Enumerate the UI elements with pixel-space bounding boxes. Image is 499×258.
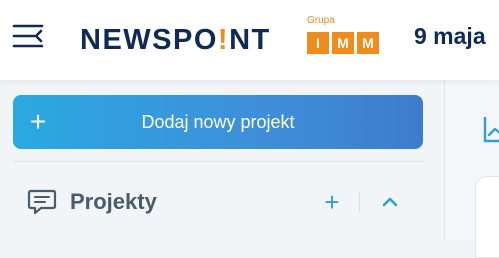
imm-letter: M — [357, 32, 379, 54]
top-header: NEWSPO!NT Grupa I M M 9 maja — [0, 0, 499, 80]
add-project-button[interactable]: + Dodaj nowy projekt — [13, 95, 423, 149]
logo-text: NEWSPO!NT — [80, 24, 271, 56]
add-project-label: Dodaj nowy projekt — [141, 112, 295, 132]
imm-letter: M — [332, 32, 354, 54]
menu-toggle-button[interactable] — [12, 22, 46, 50]
sidebar-divider — [13, 161, 423, 162]
group-label: Grupa — [307, 15, 335, 26]
chevron-up-icon[interactable] — [379, 192, 401, 212]
menu-collapse-icon — [12, 24, 44, 48]
imm-letter: I — [307, 32, 329, 54]
projects-section-header[interactable]: Projekty + — [13, 180, 423, 224]
sidebar: + Dodaj nowy projekt Projekty + — [0, 80, 440, 240]
projects-separator — [359, 192, 360, 212]
header-date: 9 maja — [414, 23, 486, 49]
chart-line-icon — [483, 116, 499, 143]
group-imm-logo: Grupa I M M — [307, 15, 382, 55]
chat-bubble-icon — [27, 189, 57, 215]
content-card — [475, 176, 499, 258]
add-project-plus-button[interactable]: + — [320, 189, 344, 215]
projects-title: Projekty — [70, 189, 157, 214]
